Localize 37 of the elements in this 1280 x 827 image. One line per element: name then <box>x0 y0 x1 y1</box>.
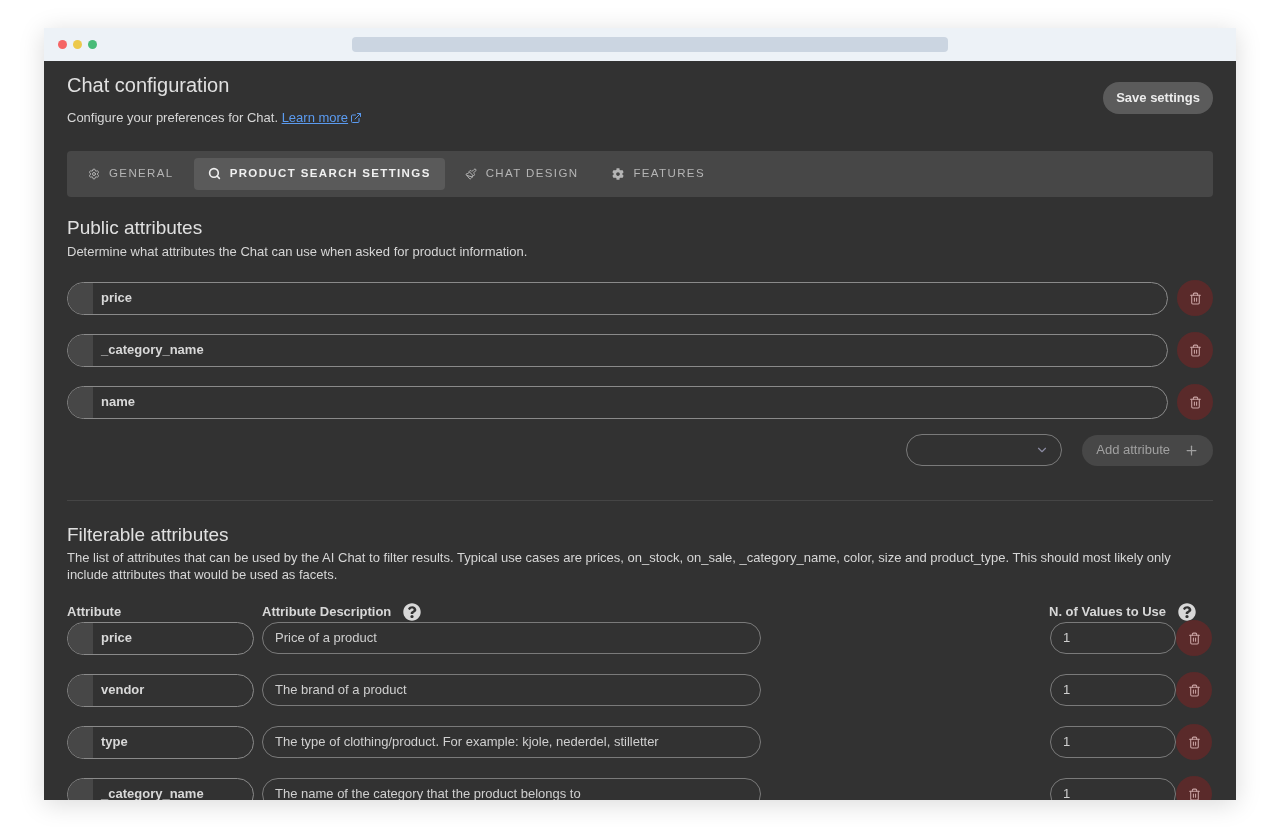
delete-button[interactable] <box>1177 280 1213 316</box>
trash-icon <box>1187 735 1201 749</box>
page-subtitle: Configure your preferences for Chat. Learn more <box>67 108 363 128</box>
trash-icon <box>1187 787 1201 800</box>
column-header: Attribute <box>67 603 122 622</box>
tab[interactable]: GENERAL <box>74 157 188 190</box>
page-title: Chat configuration <box>67 73 231 97</box>
delete-button[interactable] <box>1176 672 1212 708</box>
column-header: Attribute Description <box>262 603 392 622</box>
section-title: Filterable attributes <box>67 524 230 546</box>
section-description: Determine what attributes the Chat can use when asked for product information. <box>67 242 529 261</box>
delete-button[interactable] <box>1176 724 1212 760</box>
learn-more-link[interactable]: Learn more <box>281 108 363 128</box>
gear-icon <box>612 167 625 180</box>
external-link-icon <box>350 111 363 124</box>
search-icon <box>207 167 221 180</box>
trash-icon <box>1188 395 1202 409</box>
help-icon[interactable] <box>403 603 422 621</box>
delete-button[interactable] <box>1177 332 1213 368</box>
plus-icon <box>1184 442 1199 458</box>
help-icon[interactable] <box>1178 603 1197 621</box>
section-title: Public attributes <box>67 216 204 239</box>
section-description: The list of attributes that can be used by the AI Chat to filter results. Typical use cases are prices, on_stock, on_sale, _category_name, color, size and product_type. This should most likely only include attributes that would be used as facets. <box>67 549 1172 583</box>
brush-icon <box>464 167 477 180</box>
trash-icon <box>1188 291 1202 305</box>
trash-icon <box>1188 343 1202 357</box>
trash-icon <box>1187 683 1201 697</box>
add-attribute-button[interactable]: Add attribute <box>1082 434 1213 466</box>
delete-button[interactable] <box>1176 620 1212 656</box>
tab[interactable]: CHAT DESIGN <box>450 157 593 190</box>
tab[interactable]: PRODUCT SEARCH SETTINGS <box>193 157 445 190</box>
tab[interactable]: FEATURES <box>598 157 719 190</box>
save-settings-button[interactable]: Save settings <box>1103 82 1213 114</box>
column-header: N. of Values to Use <box>1049 603 1167 622</box>
delete-button[interactable] <box>1177 384 1213 420</box>
gear-icon <box>88 167 100 180</box>
trash-icon <box>1187 631 1201 645</box>
